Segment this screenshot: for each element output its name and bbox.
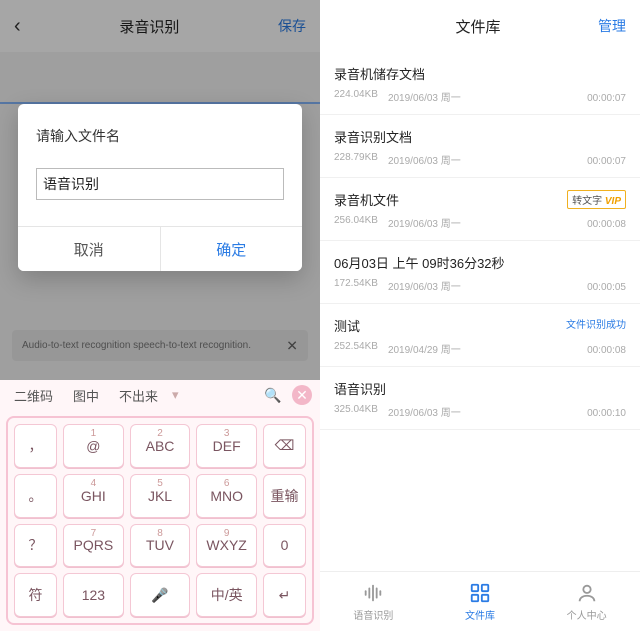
- tab-profile[interactable]: 个人中心: [533, 572, 640, 631]
- candidate[interactable]: 二维码: [8, 384, 59, 407]
- key[interactable]: ？: [14, 524, 57, 568]
- file-name: 录音机储存文档: [334, 64, 626, 83]
- file-item[interactable]: 06月03日 上午 09时36分32秒 172.54KB2019/06/03 周一…: [320, 241, 640, 304]
- key[interactable]: 1@: [63, 424, 124, 468]
- key[interactable]: 123: [63, 573, 124, 617]
- rename-dialog: 请输入文件名 取消 确定: [18, 104, 302, 271]
- vip-badge: 转文字 VIP: [567, 190, 626, 209]
- key[interactable]: 🎤: [130, 573, 191, 617]
- nav-title: 文件库: [455, 16, 500, 37]
- cancel-button[interactable]: 取消: [18, 227, 161, 271]
- key[interactable]: 4GHI: [63, 474, 124, 518]
- confirm-button[interactable]: 确定: [161, 227, 303, 271]
- file-meta: 325.04KB2019/06/03 周一: [334, 404, 626, 419]
- file-name: 语音识别: [334, 379, 626, 398]
- file-meta: 252.54KB2019/04/29 周一: [334, 341, 626, 356]
- key[interactable]: ，: [14, 424, 57, 468]
- key[interactable]: ↵: [263, 573, 306, 617]
- file-list: 录音机储存文档224.04KB2019/06/03 周一00:00:07录音识别…: [320, 52, 640, 571]
- tab-label: 个人中心: [567, 607, 607, 622]
- key[interactable]: 重输: [263, 474, 306, 518]
- file-duration: 00:00:05: [587, 282, 626, 293]
- file-duration: 00:00:07: [587, 93, 626, 104]
- file-item[interactable]: 录音识别文档 228.79KB2019/06/03 周一00:00:07: [320, 115, 640, 178]
- key[interactable]: 5JKL: [130, 474, 191, 518]
- key[interactable]: 符: [14, 573, 57, 617]
- manage-button[interactable]: 管理: [598, 16, 626, 36]
- key[interactable]: 0: [263, 524, 306, 568]
- dialog-title: 请输入文件名: [36, 126, 284, 146]
- key[interactable]: 8TUV: [130, 524, 191, 568]
- key[interactable]: 6MNO: [196, 474, 257, 518]
- keypad: ，1@2ABC3DEF⌫ 。4GHI5JKL6MNO重输 ？7PQRS8TUV9WX…: [6, 416, 314, 625]
- nav-bar: 文件库 管理: [320, 0, 640, 52]
- file-meta: 224.04KB2019/06/03 周一: [334, 89, 626, 104]
- tab-recognition[interactable]: 语音识别: [320, 572, 427, 631]
- tab-label: 文件库: [465, 607, 495, 622]
- file-name: 录音识别文档: [334, 127, 626, 146]
- tab-label: 语音识别: [353, 607, 393, 622]
- file-name: 06月03日 上午 09时36分32秒: [334, 253, 626, 272]
- candidate-bar: 二维码 图中 不出来 ▾ 🔍 ✕: [0, 380, 320, 410]
- keyboard: 二维码 图中 不出来 ▾ 🔍 ✕ ，1@2ABC3DEF⌫ 。4GHI5JKL6M…: [0, 380, 320, 631]
- file-item[interactable]: 录音机文件256.04KB2019/06/03 周一00:00:08转文字 VI…: [320, 178, 640, 241]
- file-meta: 228.79KB2019/06/03 周一: [334, 152, 626, 167]
- file-item[interactable]: 语音识别 325.04KB2019/06/03 周一00:00:10: [320, 367, 640, 430]
- filename-input[interactable]: [36, 168, 284, 200]
- file-item[interactable]: 测试252.54KB2019/04/29 周一00:00:08文件识别成功: [320, 304, 640, 367]
- key[interactable]: ⌫: [263, 424, 306, 468]
- dialog-buttons: 取消 确定: [18, 226, 302, 271]
- key[interactable]: 9WXYZ: [196, 524, 257, 568]
- key[interactable]: 7PQRS: [63, 524, 124, 568]
- search-icon[interactable]: 🔍: [264, 386, 282, 404]
- success-badge: 文件识别成功: [566, 316, 626, 331]
- candidate[interactable]: 不出来: [113, 384, 164, 407]
- right-screen: 文件库 管理 录音机储存文档224.04KB2019/06/03 周一00:00…: [320, 0, 640, 631]
- waveform-icon: [362, 582, 384, 604]
- key[interactable]: 2ABC: [130, 424, 191, 468]
- key[interactable]: 3DEF: [196, 424, 257, 468]
- candidate[interactable]: 图中: [67, 384, 105, 407]
- file-duration: 00:00:08: [587, 345, 626, 356]
- key[interactable]: 。: [14, 474, 57, 518]
- close-keyboard-icon[interactable]: ✕: [292, 385, 312, 405]
- person-icon: [576, 582, 598, 604]
- file-meta: 256.04KB2019/06/03 周一: [334, 215, 626, 230]
- file-duration: 00:00:07: [587, 156, 626, 167]
- grid-icon: [469, 582, 491, 604]
- tab-files[interactable]: 文件库: [427, 572, 534, 631]
- file-duration: 00:00:08: [587, 219, 626, 230]
- file-item[interactable]: 录音机储存文档 224.04KB2019/06/03 周一00:00:07: [320, 52, 640, 115]
- tab-bar: 语音识别 文件库 个人中心: [320, 571, 640, 631]
- file-meta: 172.54KB2019/06/03 周一: [334, 278, 626, 293]
- left-screen: ‹ 录音识别 保存 Audio-to-text recognition spee…: [0, 0, 320, 631]
- file-duration: 00:00:10: [587, 408, 626, 419]
- key[interactable]: 中/英: [196, 573, 257, 617]
